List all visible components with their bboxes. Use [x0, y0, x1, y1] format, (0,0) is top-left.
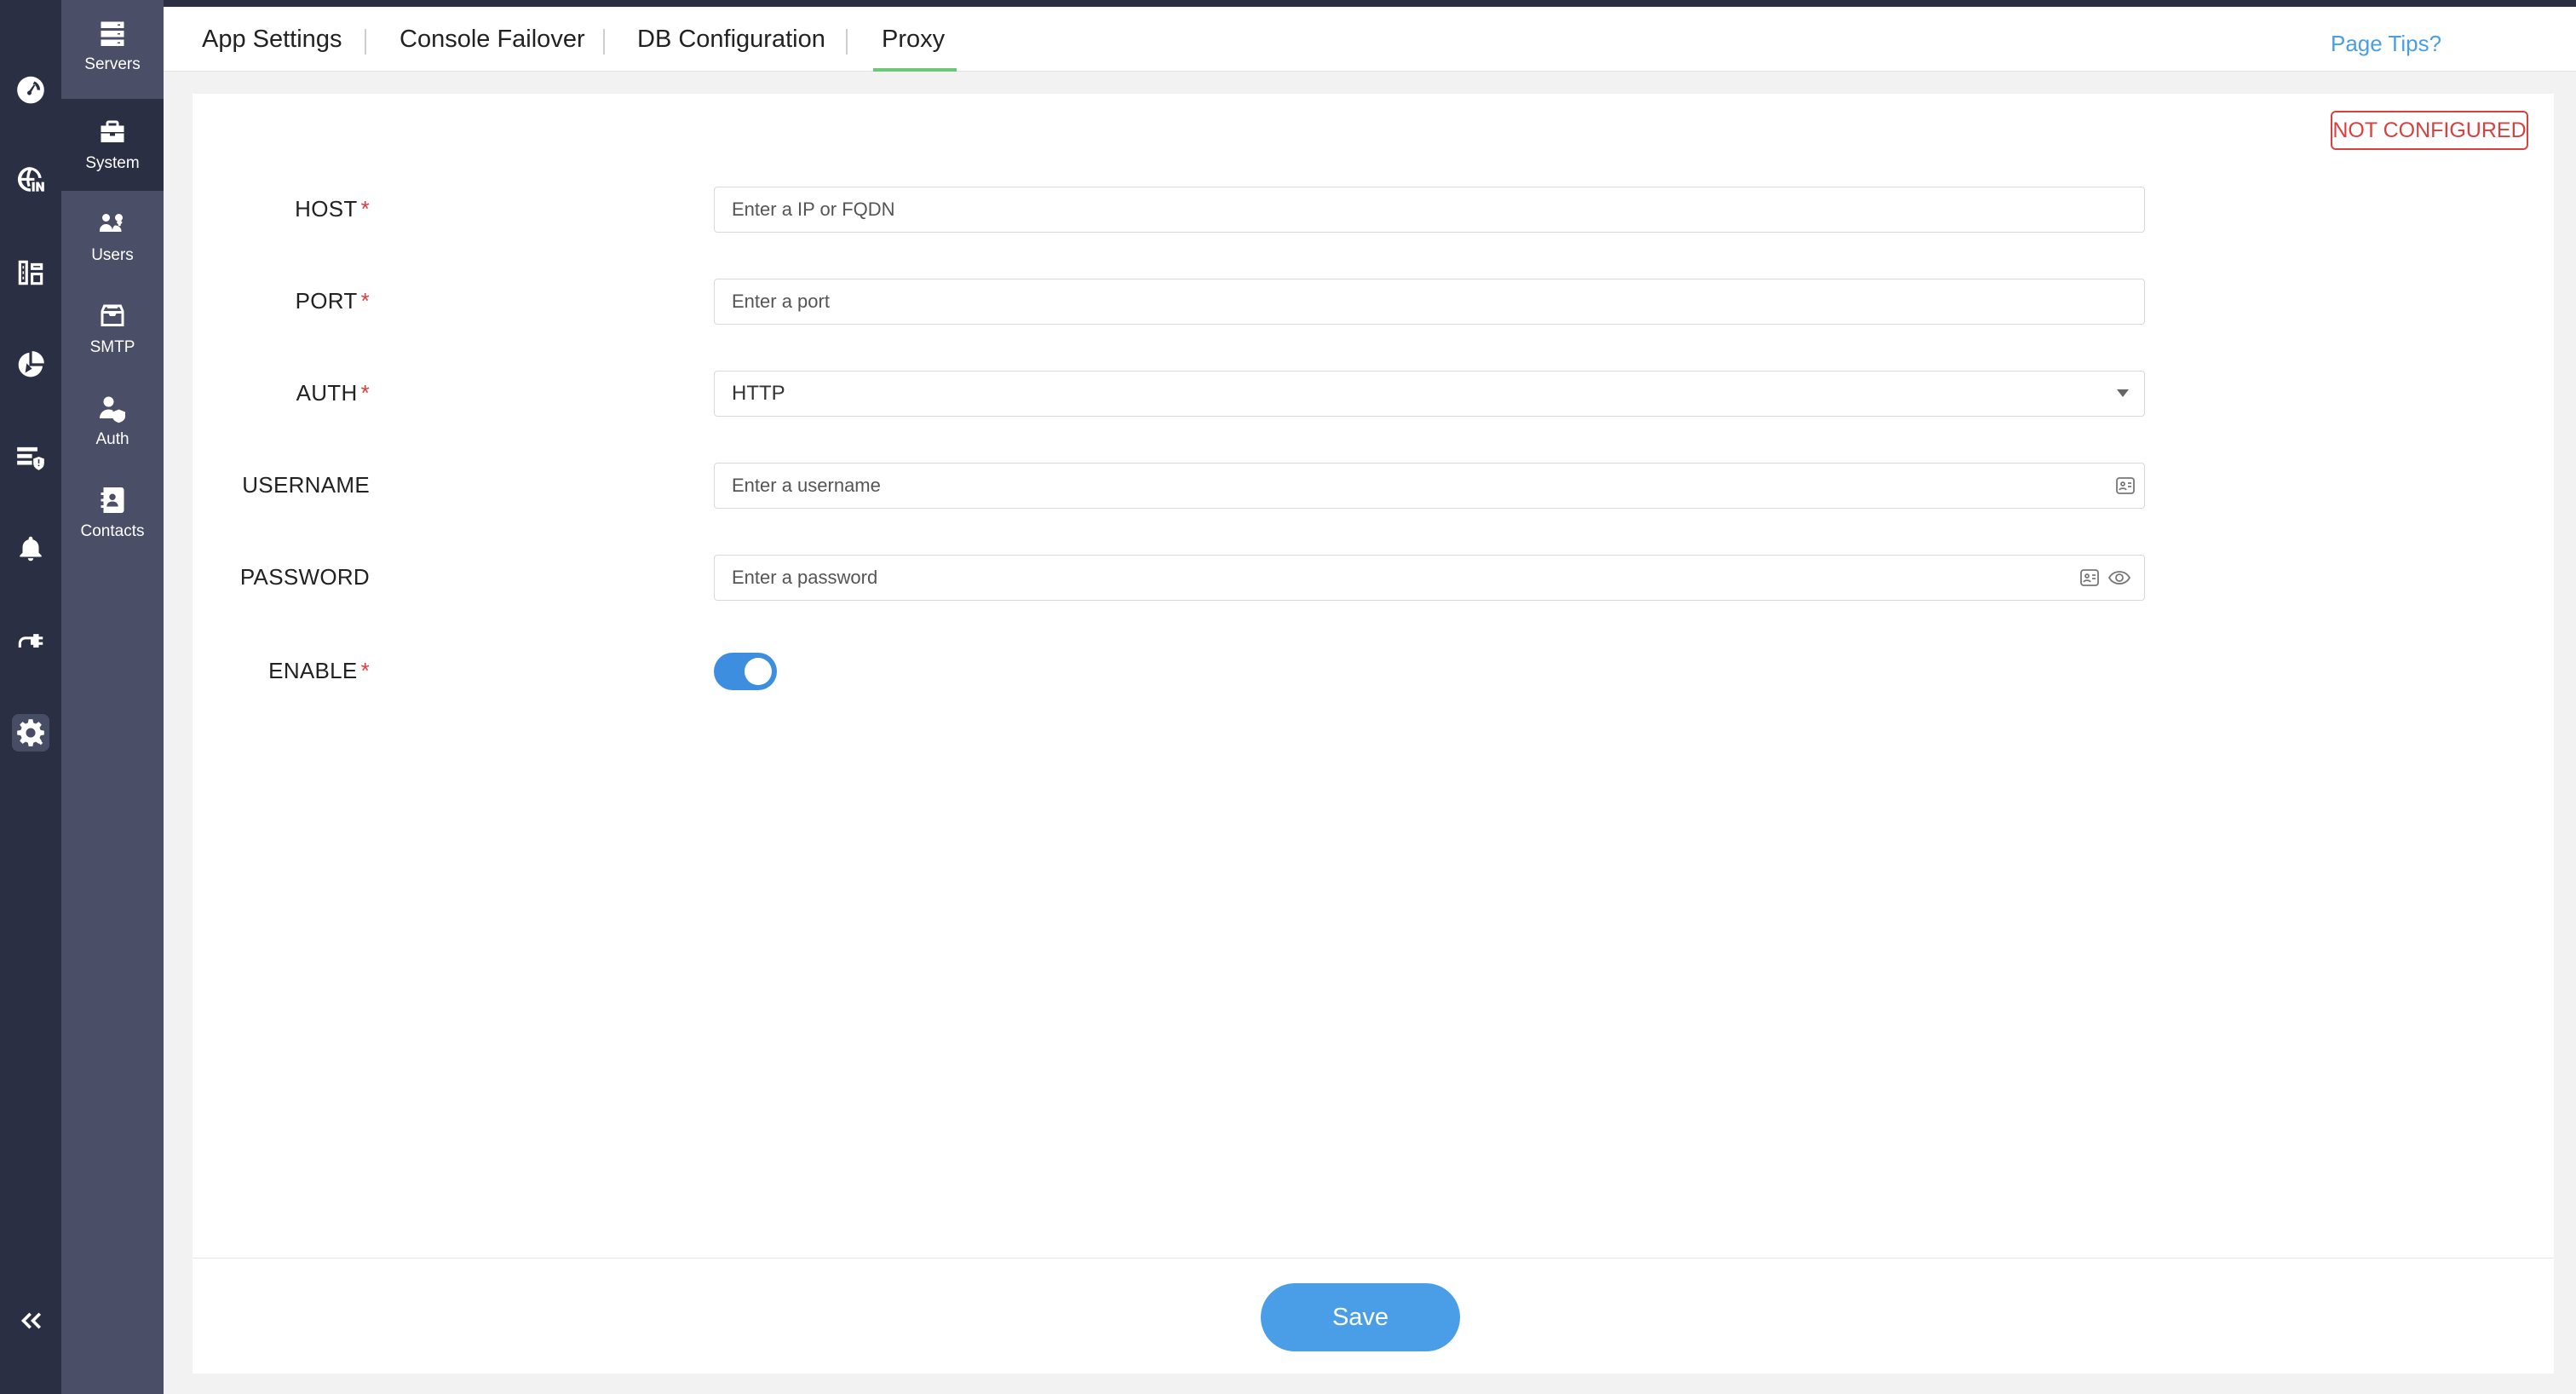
inventory-icon[interactable] — [12, 254, 49, 291]
dashboard-gauge-icon[interactable] — [12, 70, 49, 107]
status-badge: NOT CONFIGURED — [2331, 111, 2528, 150]
users-icon — [100, 214, 123, 232]
top-strip — [0, 0, 2576, 7]
tab-separator — [603, 29, 605, 55]
mail-inbox-icon — [101, 304, 124, 326]
subnav-item-system[interactable]: System — [61, 99, 164, 191]
port-field[interactable] — [714, 279, 2145, 325]
tab-db-configuration[interactable]: DB Configuration — [637, 7, 825, 72]
footer-divider — [193, 1258, 2554, 1259]
tab-label: Proxy — [882, 25, 946, 53]
tab-separator — [365, 29, 366, 55]
caret-down-icon — [2117, 389, 2129, 397]
bell-icon[interactable] — [12, 530, 49, 567]
address-book-icon — [101, 487, 124, 513]
tab-label: App Settings — [202, 25, 342, 53]
save-button[interactable]: Save — [1261, 1283, 1460, 1351]
subnav-label-servers: Servers — [84, 55, 141, 73]
tab-app-settings[interactable]: App Settings — [202, 7, 342, 72]
scrollbar-track[interactable] — [2559, 72, 2576, 1394]
subnav-label-auth: Auth — [95, 430, 129, 448]
subnav-label-contacts: Contacts — [80, 522, 145, 540]
proxy-settings-panel: NOT CONFIGURED HOST* PORT* AUTH* HTTP US… — [193, 94, 2554, 1374]
auth-select[interactable]: HTTP — [714, 371, 2145, 417]
eye-show-password-icon[interactable] — [2107, 568, 2132, 587]
enable-label: ENABLE * — [268, 658, 370, 683]
host-field[interactable] — [714, 187, 2145, 233]
tab-proxy[interactable]: Proxy — [872, 7, 957, 72]
dns-globe-icon[interactable] — [12, 162, 49, 199]
system-subnav: Servers System Users SMTP Auth Contacts — [61, 0, 164, 1394]
user-shield-icon — [100, 396, 125, 423]
auth-selected-value: HTTP — [732, 382, 785, 405]
port-label: PORT * — [295, 288, 370, 314]
auth-label: AUTH * — [296, 380, 370, 406]
page-tips-link[interactable]: Page Tips? — [2331, 31, 2441, 57]
host-label: HOST * — [295, 196, 370, 222]
host-input[interactable] — [732, 199, 2144, 221]
username-input[interactable] — [732, 475, 2144, 497]
autofill-card-icon[interactable] — [2079, 568, 2100, 587]
subnav-item-auth[interactable]: Auth — [61, 375, 164, 467]
password-input[interactable] — [732, 567, 2144, 589]
tab-separator — [846, 29, 848, 55]
settings-gear-icon[interactable] — [12, 714, 49, 752]
tab-bar: App Settings Console Failover DB Configu… — [164, 7, 2576, 72]
security-list-icon[interactable] — [12, 438, 49, 475]
plug-icon[interactable] — [12, 622, 49, 660]
username-label: USERNAME — [242, 472, 370, 498]
username-field[interactable] — [714, 463, 2145, 509]
port-input[interactable] — [732, 291, 2144, 313]
subnav-label-system: System — [85, 154, 140, 172]
subnav-item-servers[interactable]: Servers — [61, 0, 164, 92]
tab-console-failover[interactable]: Console Failover — [400, 7, 585, 72]
subnav-label-users: Users — [91, 246, 134, 264]
tab-label: DB Configuration — [637, 25, 825, 53]
toolbox-icon — [101, 120, 124, 142]
pie-chart-icon[interactable] — [12, 346, 49, 383]
password-field[interactable] — [714, 555, 2145, 601]
password-label: PASSWORD — [239, 564, 370, 590]
icon-rail — [0, 0, 61, 1394]
toggle-knob — [745, 658, 772, 685]
enable-toggle[interactable] — [714, 653, 777, 690]
double-chevron-left-icon[interactable] — [12, 1302, 49, 1339]
subnav-label-smtp: SMTP — [89, 338, 135, 356]
subnav-item-users[interactable]: Users — [61, 191, 164, 283]
subnav-item-contacts[interactable]: Contacts — [61, 467, 164, 559]
servers-icon — [101, 21, 124, 46]
tab-label: Console Failover — [400, 25, 585, 53]
subnav-item-smtp[interactable]: SMTP — [61, 283, 164, 375]
autofill-card-icon[interactable] — [2115, 476, 2136, 495]
